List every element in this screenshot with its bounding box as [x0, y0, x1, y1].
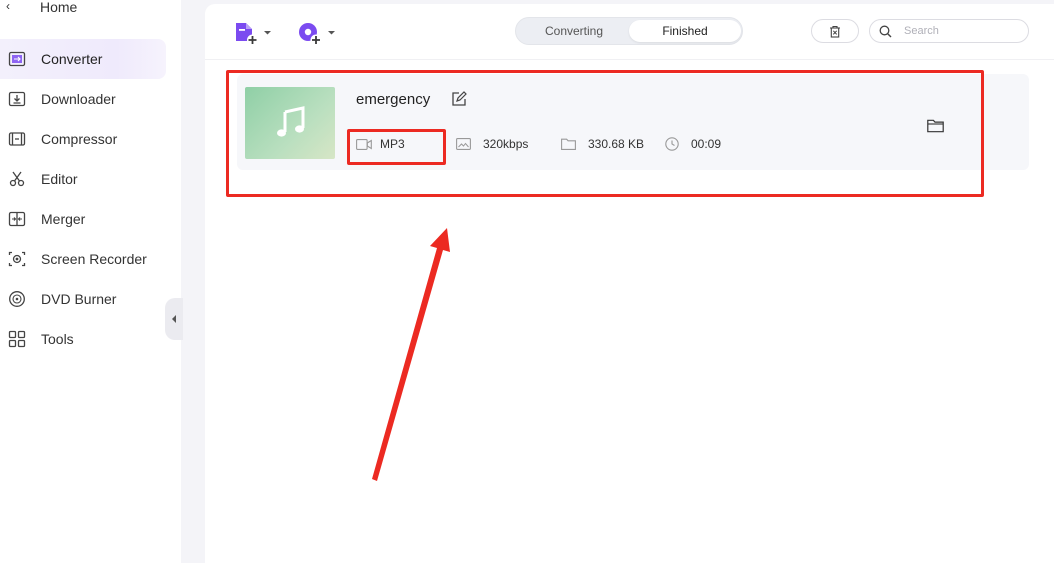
format-value: MP3 [380, 137, 405, 151]
sidebar-item-merger[interactable]: Merger [0, 199, 166, 239]
tab-converting[interactable]: Converting [518, 20, 630, 42]
home-label: Home [40, 0, 78, 15]
sidebar-item-editor[interactable]: Editor [0, 159, 166, 199]
sidebar-item-label: DVD Burner [41, 291, 117, 307]
edit-icon[interactable] [451, 91, 467, 107]
home-link[interactable]: ‹ Home [0, 0, 181, 18]
sidebar-collapse-button[interactable] [165, 298, 183, 340]
compress-icon [8, 132, 26, 146]
sidebar-item-label: Converter [41, 51, 103, 67]
caret-left-icon [172, 315, 176, 323]
duration-value: 00:09 [691, 137, 722, 151]
add-dvd-button[interactable] [297, 20, 336, 46]
search-icon [879, 25, 892, 38]
bitrate-info: 320kbps [456, 137, 528, 151]
chevron-down-icon [264, 31, 271, 35]
converter-icon [8, 51, 26, 67]
bitrate-value: 320kbps [483, 137, 529, 151]
format-info: MP3 [356, 137, 405, 151]
tab-finished[interactable]: Finished [629, 20, 741, 42]
audio-thumbnail [245, 87, 335, 159]
screen-record-icon [8, 251, 26, 267]
open-folder-icon [927, 119, 944, 133]
main-panel: Converting Finished Search emergency MP3… [205, 4, 1054, 563]
download-icon [8, 91, 26, 107]
sidebar-item-compressor[interactable]: Compressor [0, 119, 166, 159]
toolbar: Converting Finished [205, 4, 1054, 60]
sidebar-item-label: Downloader [41, 91, 116, 107]
sidebar-item-label: Merger [41, 211, 86, 227]
image-icon [456, 138, 471, 150]
sidebar-item-downloader[interactable]: Downloader [0, 79, 166, 119]
sidebar-item-label: Compressor [41, 131, 118, 147]
add-files-button[interactable] [233, 20, 272, 46]
music-note-icon [277, 106, 305, 137]
file-item-card[interactable]: emergency MP3 320kbps 330.68 KB 00:09 [237, 74, 1029, 170]
add-file-icon [236, 23, 258, 46]
size-value: 330.68 KB [588, 137, 645, 151]
video-camera-icon [356, 138, 372, 150]
sidebar-item-screen-recorder[interactable]: Screen Recorder [0, 239, 166, 279]
duration-info: 00:09 [665, 137, 721, 151]
sidebar-item-label: Screen Recorder [41, 251, 147, 267]
add-disc-icon [299, 23, 322, 46]
search-box [869, 19, 1029, 43]
disc-icon [9, 291, 25, 307]
chevron-left-icon: ‹ [6, 0, 10, 13]
sidebar-item-tools[interactable]: Tools [0, 319, 166, 359]
status-tab-group: Converting Finished [515, 17, 743, 45]
chevron-down-icon [328, 31, 335, 35]
sidebar: ‹ Home Converter Downloader Compressor E… [0, 0, 181, 563]
folder-icon [561, 138, 576, 150]
scissors-icon [9, 171, 25, 187]
size-info: 330.68 KB [561, 137, 644, 151]
trash-icon [830, 25, 840, 38]
merge-icon [8, 211, 26, 227]
search-input[interactable] [904, 23, 1019, 39]
delete-all-button[interactable] [811, 19, 859, 43]
sidebar-item-converter[interactable]: Converter [0, 39, 166, 79]
tools-grid-icon [8, 330, 26, 348]
sidebar-item-label: Tools [41, 331, 74, 347]
open-folder-button[interactable] [927, 119, 944, 138]
sidebar-item-dvd-burner[interactable]: DVD Burner [0, 279, 166, 319]
file-name: emergency [356, 91, 431, 108]
clock-icon [665, 137, 679, 151]
sidebar-item-label: Editor [41, 171, 78, 187]
